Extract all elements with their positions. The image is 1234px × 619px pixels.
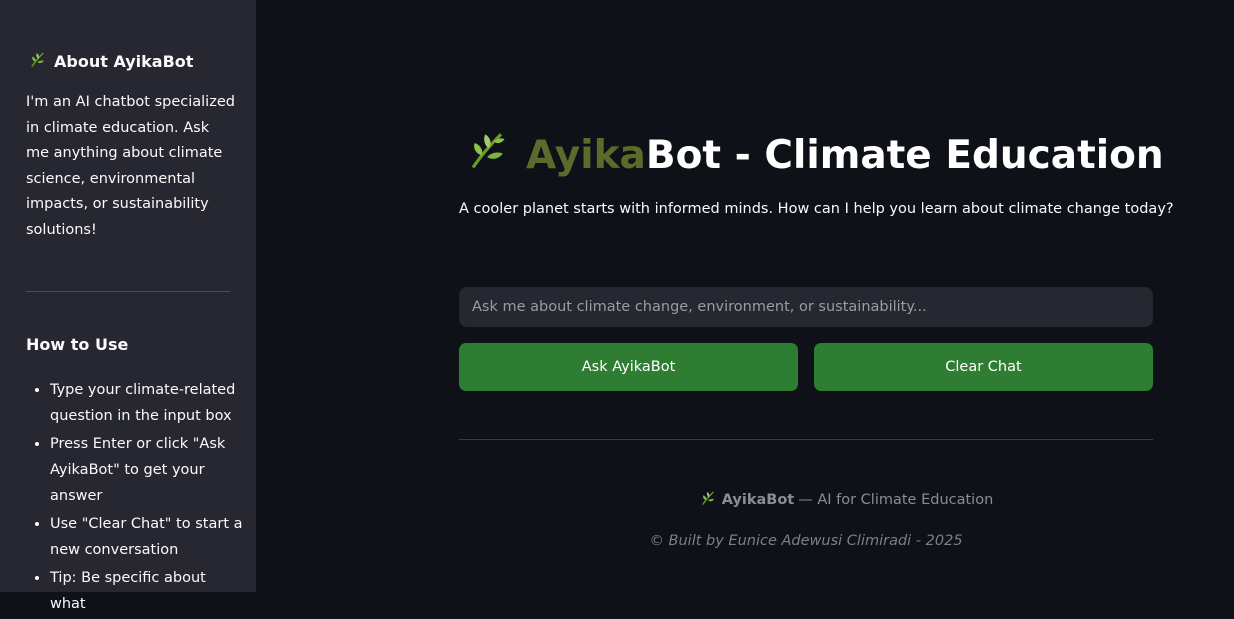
footer-credit: © Built by Eunice Adewusi Climiradi - 20… [649,533,963,549]
sidebar-divider [26,291,230,292]
footer-tagline: — AI for Climate Education [798,492,994,508]
leaf-icon [29,51,46,72]
page-title: Ayika Bot - Climate Education [466,128,1164,182]
footer-brand: AyikaBot [721,492,795,508]
list-item: Tip: Be specific about what [50,565,246,617]
ask-button[interactable]: Ask AyikaBot [459,343,798,391]
subtitle: A cooler planet starts with informed min… [459,201,1174,217]
sidebar-about-title: About AyikaBot [54,52,194,71]
title-ayika: Ayika [526,132,646,178]
clear-chat-button[interactable]: Clear Chat [814,343,1153,391]
sidebar-about-heading: About AyikaBot [29,51,193,72]
chat-input[interactable] [459,287,1153,327]
list-item: Type your climate-related question in th… [50,377,246,429]
footer-brand-line: AyikaBot — AI for Climate Education [0,490,1234,510]
leaf-icon [466,128,508,182]
title-rest: Bot - Climate Education [645,132,1164,178]
sidebar-howto-title: How to Use [26,335,129,354]
sidebar-about-text: I'm an AI chatbot specialized in climate… [26,94,235,238]
list-item: Use "Clear Chat" to start a new conversa… [50,511,246,563]
main-divider [459,439,1153,440]
leaf-icon [700,490,716,510]
